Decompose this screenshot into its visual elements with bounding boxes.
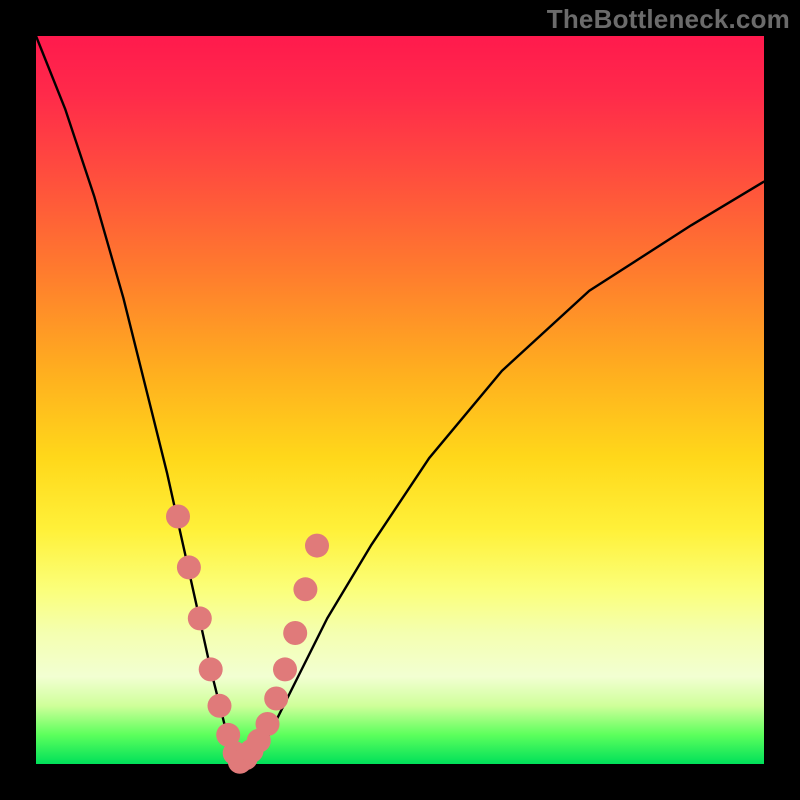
plot-area	[36, 36, 764, 764]
marker-point	[188, 606, 212, 630]
marker-point	[305, 534, 329, 558]
highlighted-points	[166, 505, 329, 774]
marker-point	[166, 505, 190, 529]
curve-svg	[36, 36, 764, 764]
chart-frame: TheBottleneck.com	[0, 0, 800, 800]
marker-point	[177, 555, 201, 579]
marker-point	[199, 657, 223, 681]
marker-point	[273, 657, 297, 681]
marker-point	[283, 621, 307, 645]
marker-point	[293, 577, 317, 601]
bottleneck-curve	[36, 36, 764, 764]
marker-point	[256, 712, 280, 736]
watermark-text: TheBottleneck.com	[547, 4, 790, 35]
marker-point	[264, 687, 288, 711]
marker-point	[208, 694, 232, 718]
